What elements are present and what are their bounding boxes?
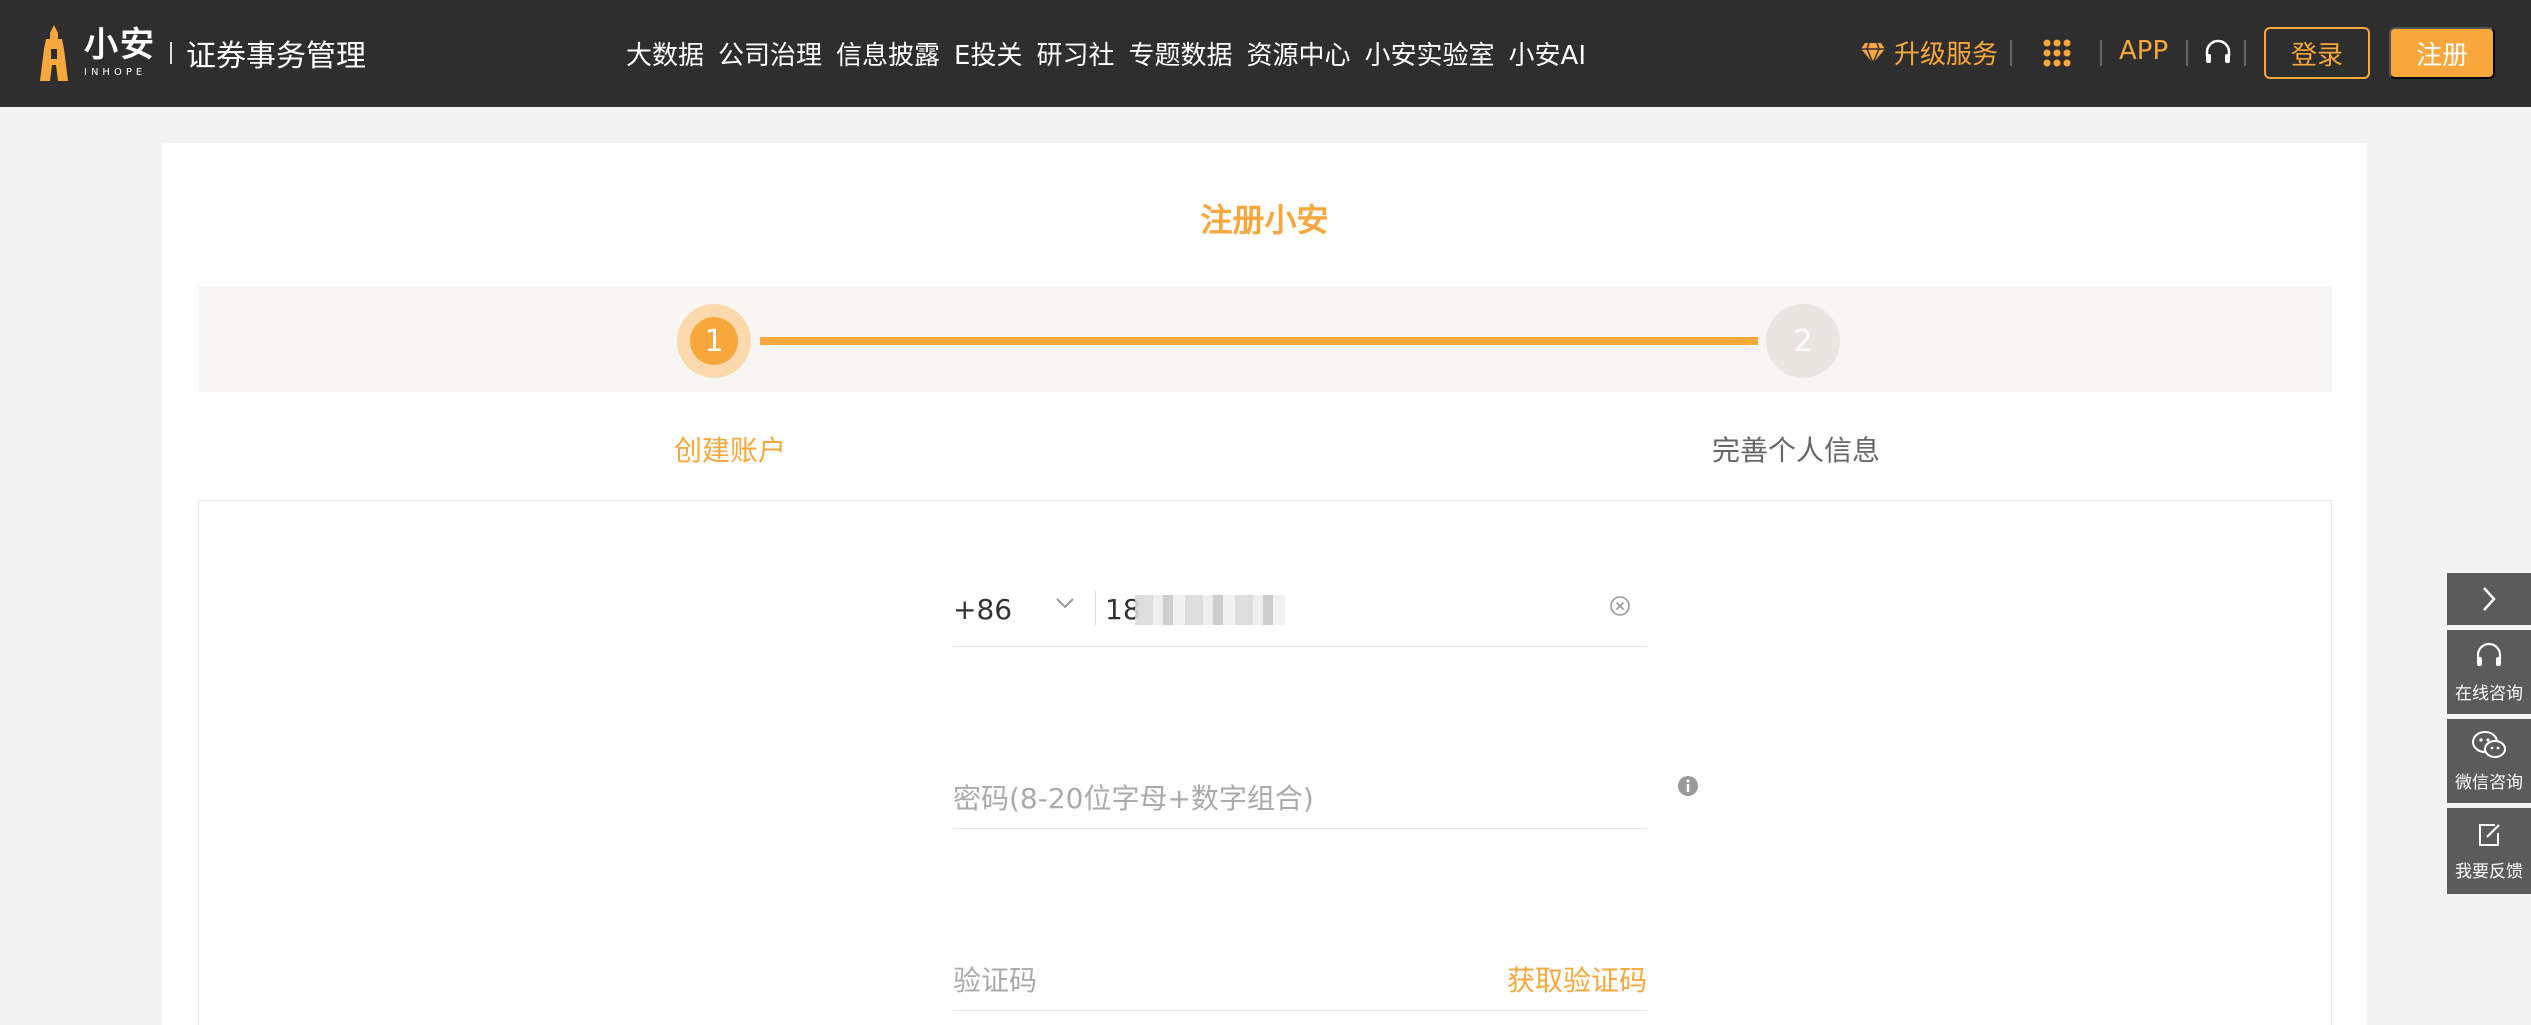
headset-icon (2476, 642, 2502, 666)
headset-icon[interactable] (2203, 38, 2233, 68)
chevron-down-icon[interactable] (1055, 597, 1075, 609)
verification-code-field[interactable]: 验证码 获取验证码 (953, 931, 1647, 1011)
step-1-label: 创建账户 (674, 434, 787, 467)
wechat-consult-button[interactable]: 微信咨询 (2447, 719, 2531, 803)
tower-logo-icon (40, 25, 68, 81)
step-1-indicator: 1 (677, 304, 751, 378)
apps-grid-icon[interactable] (2042, 38, 2072, 68)
registration-card: 注册小安 1 2 创建账户 完善个人信息 +86 18 密码(8-20位字母+数… (162, 143, 2367, 1025)
logo-subtitle: 证券事务管理 (186, 39, 366, 74)
collapse-side-panel-button[interactable] (2447, 573, 2531, 625)
nav-item-resource-center[interactable]: 资源中心 (1247, 35, 1351, 72)
verification-code-placeholder: 验证码 (953, 964, 1038, 997)
phone-field: +86 18 (953, 567, 1647, 647)
field-divider (1095, 591, 1096, 625)
page-title: 注册小安 (1200, 201, 1329, 239)
phone-number-blur (1135, 595, 1285, 625)
info-icon[interactable] (1677, 775, 1699, 797)
logo-name: 小安 (84, 25, 156, 65)
wechat-consult-label: 微信咨询 (2455, 772, 2523, 793)
step-2-label: 完善个人信息 (1712, 434, 1881, 467)
nav-item-topic-data[interactable]: 专题数据 (1129, 35, 1233, 72)
nav-item-big-data[interactable]: 大数据 (626, 35, 704, 72)
step-connector-line (760, 337, 1758, 345)
nav-item-ai[interactable]: 小安AI (1509, 35, 1586, 72)
upgrade-service-link[interactable]: 升级服务 (1860, 34, 1998, 71)
clear-icon[interactable] (1609, 595, 1631, 617)
app-download-link[interactable]: APP (2119, 36, 2168, 66)
header-divider (2010, 40, 2012, 66)
feedback-button[interactable]: 我要反馈 (2447, 808, 2531, 894)
logo-divider (170, 42, 172, 64)
feedback-label: 我要反馈 (2455, 861, 2523, 882)
password-field[interactable]: 密码(8-20位字母+数字组合) (953, 749, 1647, 829)
nav-item-e-investor[interactable]: E投关 (954, 35, 1022, 72)
diamond-icon (1861, 42, 1885, 64)
site-logo[interactable]: 小安 INHOPE 证券事务管理 (34, 24, 366, 82)
edit-icon (2479, 823, 2500, 846)
step-2-indicator: 2 (1766, 304, 1840, 378)
register-button[interactable]: 注册 (2389, 27, 2495, 79)
get-code-button[interactable]: 获取验证码 (1507, 959, 1647, 999)
upgrade-label: 升级服务 (1894, 40, 1999, 70)
chevron-right-icon (2483, 587, 2496, 611)
online-consult-label: 在线咨询 (2455, 683, 2523, 704)
header-divider (2100, 40, 2102, 66)
step-1-number: 1 (690, 317, 738, 365)
logo-english: INHOPE (84, 67, 147, 78)
registration-form: +86 18 密码(8-20位字母+数字组合) 验证码 获取验证码 (198, 500, 2332, 1025)
main-nav: 大数据 公司治理 信息披露 E投关 研习社 专题数据 资源中心 小安实验室 小安… (626, 0, 1600, 107)
nav-item-corporate-governance[interactable]: 公司治理 (718, 35, 822, 72)
nav-item-lab[interactable]: 小安实验室 (1365, 35, 1495, 72)
nav-item-disclosure[interactable]: 信息披露 (836, 35, 940, 72)
top-navigation-bar: 小安 INHOPE 证券事务管理 大数据 公司治理 信息披露 E投关 研习社 专… (0, 0, 2531, 107)
header-divider (2186, 40, 2188, 66)
nav-item-academy[interactable]: 研习社 (1036, 35, 1114, 72)
logo-brand: 小安 INHOPE (84, 28, 156, 78)
login-button[interactable]: 登录 (2264, 27, 2370, 79)
wechat-icon (2472, 730, 2506, 758)
country-code-select[interactable]: +86 (953, 593, 1012, 626)
password-placeholder: 密码(8-20位字母+数字组合) (953, 782, 1314, 815)
header-divider (2244, 40, 2246, 66)
online-consult-button[interactable]: 在线咨询 (2447, 630, 2531, 714)
